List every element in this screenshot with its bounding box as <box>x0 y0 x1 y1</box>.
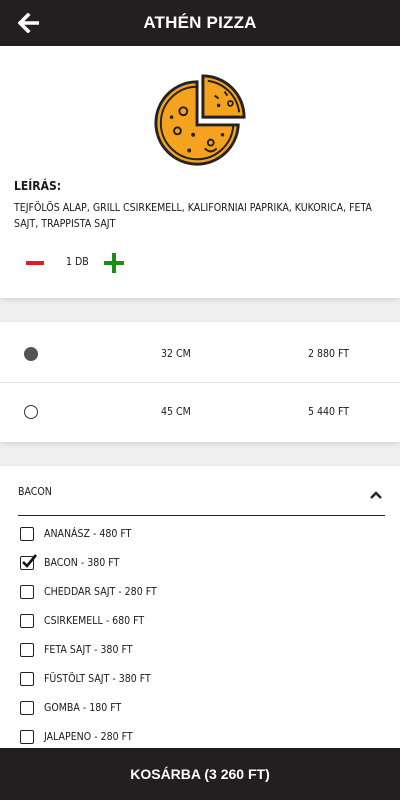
page-title: Athén pizza <box>143 13 257 32</box>
back-button[interactable] <box>14 9 44 37</box>
description-heading: Leírás: <box>14 179 62 193</box>
arrow-left-icon <box>18 13 39 33</box>
topping-option[interactable]: Cheddar sajt - 280 Ft <box>20 582 157 602</box>
checkbox[interactable] <box>20 643 34 657</box>
checkbox[interactable] <box>20 672 34 686</box>
checkbox[interactable] <box>20 527 34 541</box>
quantity-stepper: 1 db <box>0 252 400 276</box>
topping-option[interactable]: Bacon - 380 Ft <box>20 553 119 573</box>
size-label: 32 cm <box>161 347 191 360</box>
checkbox[interactable] <box>20 614 34 628</box>
topping-option[interactable]: Jalapeno - 280 Ft <box>20 727 133 747</box>
checkbox[interactable] <box>20 701 34 715</box>
checkbox-checked[interactable] <box>20 554 38 570</box>
radio-unselected-icon[interactable] <box>24 405 38 419</box>
top-bar: Athén pizza <box>0 0 400 46</box>
chevron-up-icon <box>370 491 382 499</box>
radio-selected-icon[interactable] <box>24 346 38 361</box>
toppings-dropdown-header[interactable]: Bacon <box>18 486 385 516</box>
increase-quantity-button[interactable] <box>104 253 124 273</box>
topping-label: Cheddar sajt - 280 Ft <box>44 586 157 598</box>
toppings-selected-label: Bacon <box>18 486 52 498</box>
topping-label: Gomba - 180 Ft <box>44 702 122 714</box>
quantity-value: 1 db <box>66 256 89 268</box>
topping-option[interactable]: Füstölt sajt - 380 Ft <box>20 669 151 689</box>
topping-option[interactable]: Csirkemell - 680 Ft <box>20 611 144 631</box>
topping-label: Jalapeno - 280 Ft <box>44 731 133 743</box>
topping-label: Füstölt sajt - 380 Ft <box>44 673 151 685</box>
size-option[interactable]: 45 cm 5 440 Ft <box>0 383 400 441</box>
topping-label: Bacon - 380 Ft <box>44 557 120 569</box>
topping-label: Csirkemell - 680 Ft <box>44 615 145 627</box>
size-options: 32 cm 2 880 Ft 45 cm 5 440 Ft <box>0 322 400 442</box>
pizza-icon <box>154 74 246 166</box>
toppings-card: Bacon Ananász - 480 Ft Bacon - 380 Ft Ch… <box>0 466 400 756</box>
size-price: 5 440 Ft <box>308 406 350 418</box>
topping-label: Ananász - 480 Ft <box>44 528 132 540</box>
product-card: Leírás: Tejfölös alap, grill csirkemell,… <box>0 46 400 298</box>
topping-label: Feta sajt - 380 Ft <box>44 644 133 656</box>
size-price: 2 880 Ft <box>308 347 350 360</box>
description-text: Tejfölös alap, grill csirkemell, kalifor… <box>14 202 372 230</box>
topping-option[interactable]: Feta sajt - 380 Ft <box>20 640 132 660</box>
size-label: 45 cm <box>161 406 191 418</box>
topping-option[interactable]: Ananász - 480 Ft <box>20 524 131 544</box>
checkbox[interactable] <box>20 730 34 744</box>
size-option[interactable]: 32 cm 2 880 Ft <box>0 325 400 383</box>
add-to-cart-button[interactable]: Kosárba (3 260 Ft) <box>0 748 400 800</box>
decrease-quantity-button[interactable] <box>26 261 44 265</box>
checkbox[interactable] <box>20 585 34 599</box>
topping-option[interactable]: Gomba - 180 Ft <box>20 698 121 718</box>
checkmark-icon <box>22 554 38 568</box>
